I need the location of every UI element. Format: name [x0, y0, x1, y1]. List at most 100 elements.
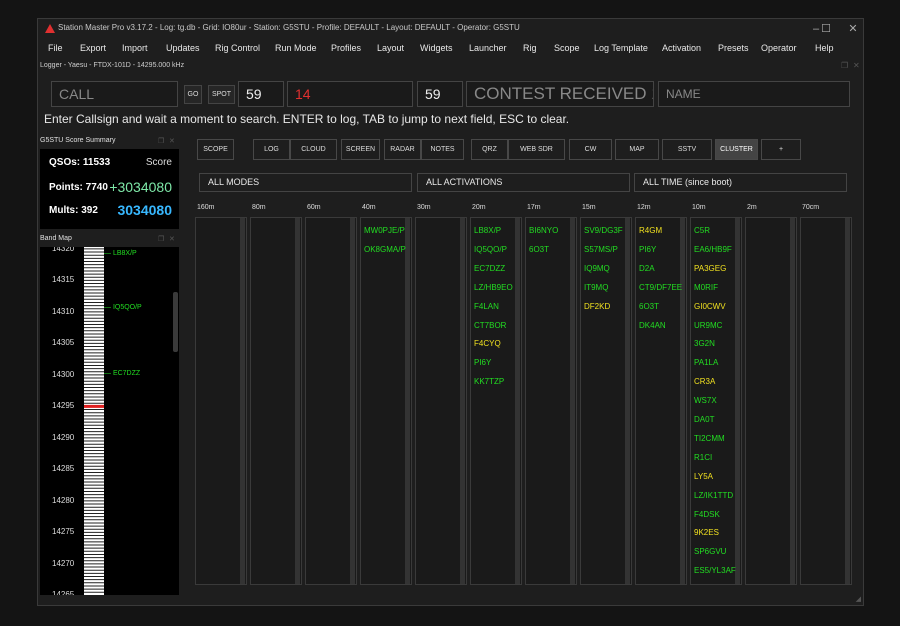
band-map-spot[interactable]: — IQ5QO/P	[104, 304, 142, 311]
band-column-scrollbar[interactable]	[515, 218, 520, 584]
band-column-scrollbar[interactable]	[790, 218, 795, 584]
tab-map[interactable]: MAP	[615, 139, 659, 160]
spot-callsign[interactable]: R1CI	[694, 453, 712, 463]
spot-callsign[interactable]: SV9/DG3F	[584, 226, 623, 236]
spot-callsign[interactable]: PI6Y	[639, 245, 656, 255]
menu-scope[interactable]: Scope	[554, 43, 580, 53]
spot-callsign[interactable]: LZ/IK1TTD	[694, 491, 733, 501]
band-column-scrollbar[interactable]	[350, 218, 355, 584]
spot-callsign[interactable]: UR9MC	[694, 321, 722, 331]
add-tab-button[interactable]: +	[761, 139, 801, 160]
contest-received-input[interactable]: CONTEST RECEIVED 1	[466, 81, 654, 107]
spot-callsign[interactable]: DF2KD	[584, 302, 610, 312]
spot-callsign[interactable]: F4DSK	[694, 510, 720, 520]
tab-web-sdr[interactable]: WEB SDR	[508, 139, 565, 160]
band-column-scrollbar[interactable]	[845, 218, 850, 584]
spot-callsign[interactable]: LZ/HB9EO	[474, 283, 513, 293]
float-icon[interactable]: ❐	[158, 235, 164, 243]
menu-widgets[interactable]: Widgets	[420, 43, 453, 53]
spot-callsign[interactable]: LB8X/P	[474, 226, 501, 236]
menu-run-mode[interactable]: Run Mode	[275, 43, 317, 53]
spot-callsign[interactable]: TI2CMM	[694, 434, 725, 444]
spot-callsign[interactable]: MW0PJE/P	[364, 226, 405, 236]
spot-callsign[interactable]: GI0CWV	[694, 302, 726, 312]
spot-callsign[interactable]: C5R	[694, 226, 710, 236]
spot-callsign[interactable]: SP6GVU	[694, 547, 726, 557]
frequency-ruler[interactable]	[76, 247, 104, 595]
band-map-spot[interactable]: — LB8X/P	[104, 250, 137, 257]
panel-close-icon[interactable]: ✕	[169, 137, 175, 145]
spot-callsign[interactable]: 3G2N	[694, 339, 715, 349]
menu-file[interactable]: File	[48, 43, 63, 53]
spot-button[interactable]: SPOT	[208, 85, 235, 104]
time-filter[interactable]: ALL TIME (since boot)	[634, 173, 847, 192]
spot-callsign[interactable]: S57MS/P	[584, 245, 618, 255]
band-column[interactable]	[250, 217, 302, 585]
panel-close-icon[interactable]: ✕	[169, 235, 175, 243]
band-column[interactable]: R4GM PI6Y D2A CT9/DF7EE 6O3T DK4AN	[635, 217, 687, 585]
spot-callsign[interactable]: CT7BOR	[474, 321, 506, 331]
band-column-scrollbar[interactable]	[460, 218, 465, 584]
spot-callsign[interactable]: R4GM	[639, 226, 662, 236]
spot-callsign[interactable]: IT9MQ	[584, 283, 608, 293]
call-input[interactable]: CALL	[51, 81, 178, 107]
maximize-icon[interactable]: ☐	[818, 21, 834, 37]
band-column[interactable]: SV9/DG3F S57MS/P IQ9MQ IT9MQ DF2KD	[580, 217, 632, 585]
close-icon[interactable]: ✕	[845, 21, 861, 37]
spot-callsign[interactable]: PA3GEG	[694, 264, 726, 274]
resize-grip-icon[interactable]: ◢	[856, 595, 861, 603]
band-column[interactable]: MW0PJE/P OK8GMA/P	[360, 217, 412, 585]
menu-layout[interactable]: Layout	[377, 43, 404, 53]
tab-radar[interactable]: RADAR	[384, 139, 421, 160]
name-input[interactable]: NAME	[658, 81, 850, 107]
band-column-scrollbar[interactable]	[735, 218, 740, 584]
menu-export[interactable]: Export	[80, 43, 106, 53]
spot-callsign[interactable]: IQ5QO/P	[474, 245, 507, 255]
spot-callsign[interactable]: D2A	[639, 264, 655, 274]
band-map-spot[interactable]: — EC7DZZ	[104, 370, 140, 377]
band-column[interactable]: BI6NYO 6O3T	[525, 217, 577, 585]
menu-profiles[interactable]: Profiles	[331, 43, 361, 53]
menu-updates[interactable]: Updates	[166, 43, 200, 53]
float-icon[interactable]: ❐	[158, 137, 164, 145]
menu-help[interactable]: Help	[815, 43, 834, 53]
spot-callsign[interactable]: CR3A	[694, 377, 715, 387]
menu-operator[interactable]: Operator	[761, 43, 797, 53]
band-column[interactable]: LB8X/P IQ5QO/P EC7DZZ LZ/HB9EO F4LAN CT7BOR F4…	[470, 217, 522, 585]
band-column[interactable]	[305, 217, 357, 585]
rst-sent-input[interactable]: 59	[238, 81, 284, 107]
spot-callsign[interactable]: PI6Y	[474, 358, 491, 368]
panel-close-icon[interactable]: ✕	[853, 60, 860, 72]
spot-callsign[interactable]: EA6/HB9F	[694, 245, 732, 255]
spot-callsign[interactable]: DK4AN	[639, 321, 666, 331]
spot-callsign[interactable]: BI6NYO	[529, 226, 558, 236]
spot-callsign[interactable]: OK8GMA/P	[364, 245, 406, 255]
tab-screen[interactable]: SCREEN	[341, 139, 380, 160]
band-column[interactable]	[745, 217, 797, 585]
tab-log[interactable]: LOG	[253, 139, 290, 160]
spot-callsign[interactable]: 6O3T	[639, 302, 659, 312]
band-column-scrollbar[interactable]	[240, 218, 245, 584]
menu-log-template[interactable]: Log Template	[594, 43, 648, 53]
mode-filter[interactable]: ALL MODES	[199, 173, 412, 192]
spot-callsign[interactable]: M0RIF	[694, 283, 718, 293]
band-column-scrollbar[interactable]	[405, 218, 410, 584]
spot-callsign[interactable]: EC7DZZ	[474, 264, 505, 274]
spot-callsign[interactable]: ES5/YL3AF	[694, 566, 736, 576]
band-column-scrollbar[interactable]	[570, 218, 575, 584]
title-bar[interactable]: Station Master Pro v3.17.2 - Log: tg.db …	[38, 19, 863, 39]
band-column-scrollbar[interactable]	[295, 218, 300, 584]
tab-cw[interactable]: CW	[569, 139, 612, 160]
spot-callsign[interactable]: PA1LA	[694, 358, 718, 368]
tab-scope[interactable]: SCOPE	[197, 139, 234, 160]
spot-callsign[interactable]: DA0T	[694, 415, 714, 425]
go-button[interactable]: GO	[184, 85, 202, 104]
band-map[interactable]: 14320 14315 14310 14305 14300 14295 14290 14285…	[40, 247, 179, 595]
spot-callsign[interactable]: 9K2ES	[694, 528, 719, 538]
spot-callsign[interactable]: F4LAN	[474, 302, 499, 312]
spot-callsign[interactable]: 6O3T	[529, 245, 549, 255]
menu-rig-control[interactable]: Rig Control	[215, 43, 260, 53]
band-map-scrollbar[interactable]	[173, 292, 178, 352]
band-column[interactable]	[800, 217, 852, 585]
activation-filter[interactable]: ALL ACTIVATIONS	[417, 173, 630, 192]
